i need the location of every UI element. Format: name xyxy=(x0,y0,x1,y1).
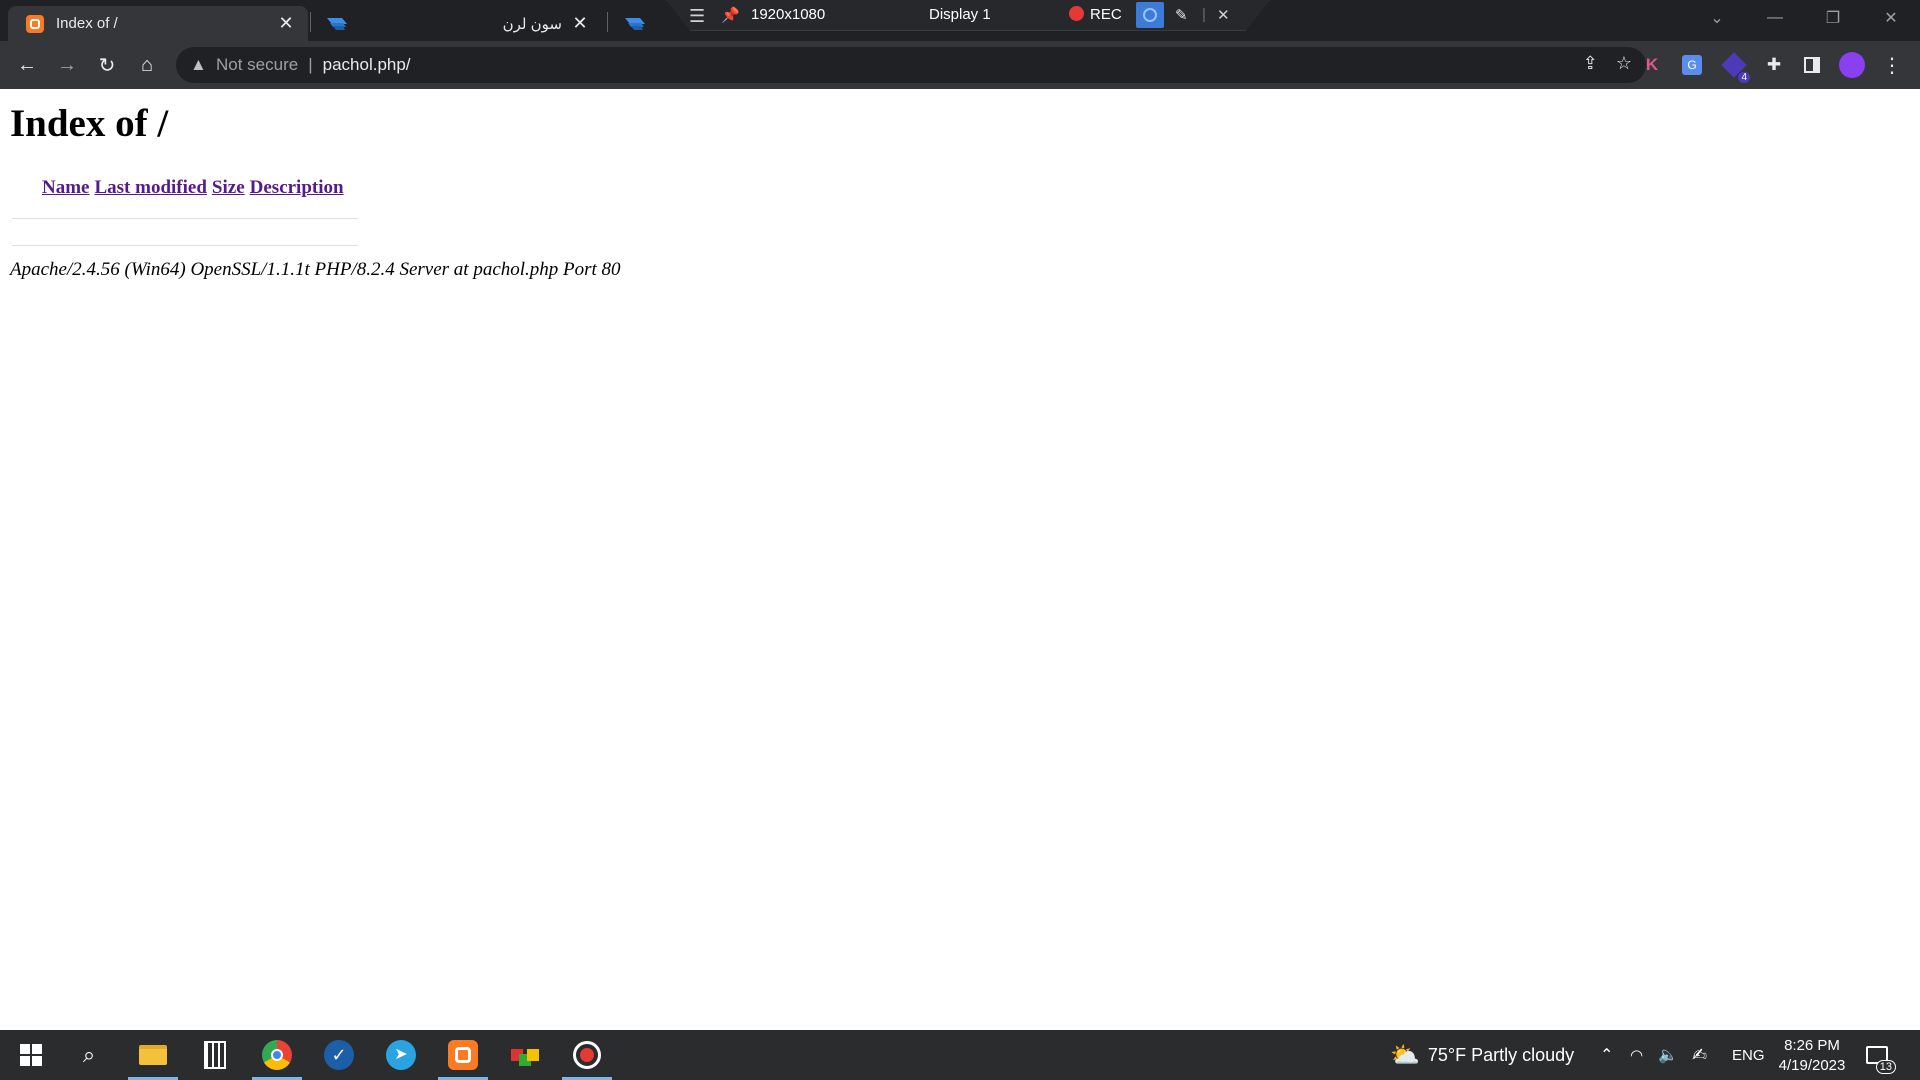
wing-favicon-icon xyxy=(625,17,645,30)
tab-separator xyxy=(607,12,608,32)
tab-title: سون لرن xyxy=(502,15,562,33)
file-explorer-icon[interactable] xyxy=(128,1030,178,1080)
url-text[interactable]: pachol.php/ xyxy=(323,55,411,75)
home-icon[interactable]: ⌂ xyxy=(132,50,162,80)
extension-badge: 4 xyxy=(1738,72,1750,83)
restore-icon[interactable]: ❐ xyxy=(1804,0,1862,36)
tab-title: Index of / xyxy=(56,15,118,32)
reload-icon[interactable]: ↻ xyxy=(92,50,122,80)
column-name-link[interactable]: Name xyxy=(42,177,89,198)
weather-widget[interactable]: ⛅ 75°F Partly cloudy xyxy=(1390,1030,1574,1080)
profile-avatar[interactable] xyxy=(1838,51,1866,79)
resolution-label: 1920x1080 xyxy=(751,6,826,23)
weather-text: 75°F Partly cloudy xyxy=(1427,1044,1575,1065)
warning-triangle-icon[interactable]: ▲ xyxy=(190,55,210,75)
page-title: Index of / xyxy=(10,102,169,145)
chrome-icon[interactable] xyxy=(252,1030,302,1080)
wifi-icon[interactable]: ◠ xyxy=(1630,1030,1643,1080)
show-hidden-icons-chevron-icon[interactable]: ⌃ xyxy=(1600,1030,1613,1080)
extensions-puzzle-icon[interactable]: ✚ xyxy=(1760,51,1788,79)
extension-k-icon[interactable]: K xyxy=(1638,51,1666,79)
telegram-icon[interactable]: ➤ xyxy=(376,1030,426,1080)
windows-taskbar: ⌕ ✓ ➤ ⛅ 75°F Partly cloudy ⌃ ◠ 🔈 ✍ ENG 8… xyxy=(0,1030,1920,1080)
browser-toolbar: ← → ↻ ⌂ ▲ Not secure | pachol.php/ ⇪ ☆ K… xyxy=(0,41,1920,89)
recording-overlay-bar: ☰ 📌 1920x1080 Display 1 REC ✎ | ✕ xyxy=(666,0,1270,31)
security-status[interactable]: Not secure xyxy=(216,55,298,75)
calculator-icon[interactable] xyxy=(190,1030,240,1080)
purple-extension-icon[interactable]: 4 xyxy=(1720,51,1750,83)
column-last-modified-link[interactable]: Last modified xyxy=(94,177,206,198)
column-headers: Name Last modified Size Description xyxy=(42,177,349,199)
notification-center-icon[interactable]: 13 xyxy=(1866,1030,1896,1080)
tab-soonlearn[interactable]: سون لرن ✕ xyxy=(312,6,602,41)
tab-index-of[interactable]: Index of / ✕ xyxy=(8,6,308,41)
column-size-link[interactable]: Size xyxy=(212,177,245,198)
vpn-app-icon[interactable]: ✓ xyxy=(314,1030,364,1080)
bookmark-star-icon[interactable]: ☆ xyxy=(1616,53,1632,74)
omnibox-divider: | xyxy=(308,55,313,74)
close-tab-icon[interactable]: ✕ xyxy=(274,12,298,36)
language-indicator[interactable]: ENG xyxy=(1732,1030,1765,1080)
menu-icon[interactable]: ☰ xyxy=(689,6,705,27)
back-arrow-icon[interactable]: ← xyxy=(12,50,42,80)
tab-third[interactable] xyxy=(610,6,660,41)
window-controls: ⌄ — ❐ ✕ xyxy=(1688,0,1920,36)
omnibox-actions: ⇪ ☆ xyxy=(1583,53,1632,74)
horizontal-rule-bottom xyxy=(12,245,358,246)
pencil-icon[interactable]: ✎ xyxy=(1175,6,1188,24)
page-content: Index of / Name Last modified Size Descript… xyxy=(0,89,1920,1030)
clock-date: 4/19/2023 xyxy=(1778,1057,1846,1074)
wing-favicon-icon xyxy=(327,17,347,30)
speaker-icon[interactable]: 🔈 xyxy=(1658,1030,1678,1080)
close-overlay-icon[interactable]: ✕ xyxy=(1217,6,1230,24)
address-bar[interactable]: ▲ Not secure | pachol.php/ ⇪ ☆ xyxy=(176,47,1646,83)
rec-dot-icon xyxy=(1069,6,1084,21)
pin-icon[interactable]: 📌 xyxy=(721,6,740,24)
share-icon[interactable]: ⇪ xyxy=(1583,53,1598,74)
notification-count: 13 xyxy=(1875,1060,1896,1074)
menu-kebab-icon[interactable]: ⋮ xyxy=(1878,51,1906,79)
close-tab-icon[interactable]: ✕ xyxy=(568,12,592,36)
search-icon[interactable]: ⌕ xyxy=(64,1030,114,1080)
winrar-icon[interactable] xyxy=(500,1030,550,1080)
extension-k-label: K xyxy=(1645,55,1659,74)
translate-extension-icon[interactable]: G xyxy=(1678,51,1706,79)
rec-label: REC xyxy=(1090,6,1122,23)
tab-strip: Index of / ✕ سون لرن ✕ ☰ 📌 1920x1080 Dis… xyxy=(0,0,1920,41)
camera-toggle-icon[interactable] xyxy=(1136,2,1164,28)
screen-recorder-icon[interactable] xyxy=(562,1030,612,1080)
clock[interactable]: 8:26 PM 4/19/2023 xyxy=(1770,1036,1854,1076)
windows-start-icon[interactable] xyxy=(6,1030,56,1080)
minimize-icon[interactable]: — xyxy=(1746,0,1804,36)
rec-button[interactable]: REC xyxy=(1069,6,1122,23)
display-label[interactable]: Display 1 xyxy=(929,6,991,23)
xampp-icon[interactable] xyxy=(438,1030,488,1080)
server-signature: Apache/2.4.56 (Win64) OpenSSL/1.1.1t PHP… xyxy=(10,259,621,280)
tab-search-icon[interactable]: ⌄ xyxy=(1688,0,1746,36)
clock-time: 8:26 PM xyxy=(1784,1037,1840,1054)
xampp-favicon-icon xyxy=(26,14,44,33)
close-window-icon[interactable]: ✕ xyxy=(1862,0,1920,36)
tab-separator xyxy=(310,12,311,32)
forward-arrow-icon[interactable]: → xyxy=(52,50,82,80)
overlay-separator: | xyxy=(1202,6,1206,23)
horizontal-rule-top xyxy=(12,218,358,219)
pen-workspace-icon[interactable]: ✍ xyxy=(1692,1030,1707,1080)
side-panel-icon[interactable] xyxy=(1798,51,1826,79)
column-description-link[interactable]: Description xyxy=(250,177,344,198)
partly-cloudy-icon: ⛅ xyxy=(1390,1041,1420,1069)
